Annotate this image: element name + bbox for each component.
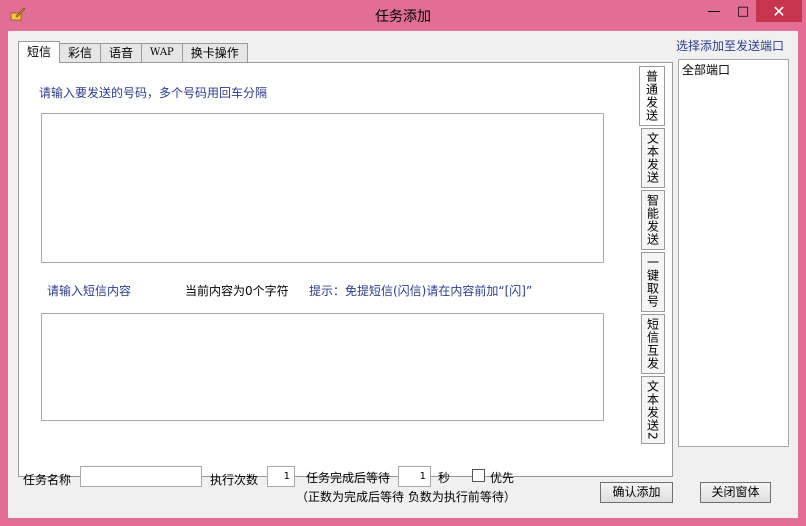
minimize-button[interactable]: —	[698, 0, 730, 22]
side-tab-text-send[interactable]: 文本发送	[641, 128, 665, 188]
tab-wap[interactable]: WAP	[141, 43, 183, 63]
title-bar: 任务添加 — □ ✕	[0, 0, 806, 31]
priority-label: 优先	[490, 471, 515, 485]
wait-note: （正数为完成后等待 负数为执行前等待）	[296, 490, 516, 504]
exec-count-label: 执行次数	[210, 473, 259, 487]
wait-seconds-input[interactable]: 1	[398, 466, 431, 487]
content-textarea[interactable]	[41, 313, 604, 421]
task-name-label: 任务名称	[23, 473, 72, 487]
side-tab-label: 普通发送	[644, 70, 659, 122]
ports-listbox[interactable]: 全部端口	[678, 59, 789, 447]
flash-sms-hint: 提示：免提短信(闪信)请在内容前加“[闪]”	[309, 284, 533, 298]
side-tab-smart-send[interactable]: 智能发送	[641, 190, 665, 250]
seconds-label: 秒	[438, 471, 451, 485]
priority-checkbox[interactable]	[472, 469, 485, 482]
tab-sms[interactable]: 短信	[18, 41, 61, 63]
confirm-add-button[interactable]: 确认添加	[600, 482, 673, 503]
tab-voice[interactable]: 语音	[100, 43, 143, 63]
exec-count-input[interactable]: 1	[267, 466, 295, 487]
side-tab-text-send-2[interactable]: 文本发送2	[641, 376, 665, 444]
port-item-all[interactable]: 全部端口	[679, 60, 788, 79]
char-count-text: 当前内容为0个字符	[185, 284, 289, 298]
task-name-input[interactable]	[80, 466, 202, 487]
side-tab-label: 文本发送2	[645, 379, 660, 441]
task-add-window: 任务添加 — □ ✕ 短信 彩信 语音 WAP 换卡操作 请输入要发送的号码，多…	[0, 0, 806, 526]
wait-label: 任务完成后等待	[306, 471, 391, 485]
tab-card-switch[interactable]: 换卡操作	[181, 43, 248, 63]
side-tab-label: 短信互发	[645, 318, 660, 370]
window-title: 任务添加	[375, 9, 431, 25]
close-form-button[interactable]: 关闭窗体	[700, 482, 771, 503]
side-tab-sms-mutual[interactable]: 短信互发	[641, 314, 665, 374]
side-tab-label: 一键取号	[645, 256, 660, 308]
close-window-button[interactable]: ✕	[756, 0, 802, 22]
side-tab-one-click-number[interactable]: 一键取号	[641, 252, 665, 312]
ports-title: 选择添加至发送端口	[676, 39, 785, 53]
tab-mms[interactable]: 彩信	[59, 43, 102, 63]
client-area: 短信 彩信 语音 WAP 换卡操作 请输入要发送的号码，多个号码用回车分隔 请输…	[8, 31, 798, 518]
side-tab-label: 文本发送	[645, 132, 660, 184]
maximize-button[interactable]: □	[730, 0, 756, 22]
side-tab-normal-send[interactable]: 普通发送	[639, 66, 665, 126]
sms-panel: 请输入要发送的号码，多个号码用回车分隔 请输入短信内容 当前内容为0个字符 提示…	[18, 62, 673, 477]
content-label: 请输入短信内容	[47, 284, 132, 298]
tab-strip: 短信 彩信 语音 WAP 换卡操作	[18, 41, 248, 63]
numbers-label: 请输入要发送的号码，多个号码用回车分隔	[39, 86, 268, 100]
numbers-textarea[interactable]	[41, 113, 604, 263]
side-tab-label: 智能发送	[645, 194, 660, 246]
